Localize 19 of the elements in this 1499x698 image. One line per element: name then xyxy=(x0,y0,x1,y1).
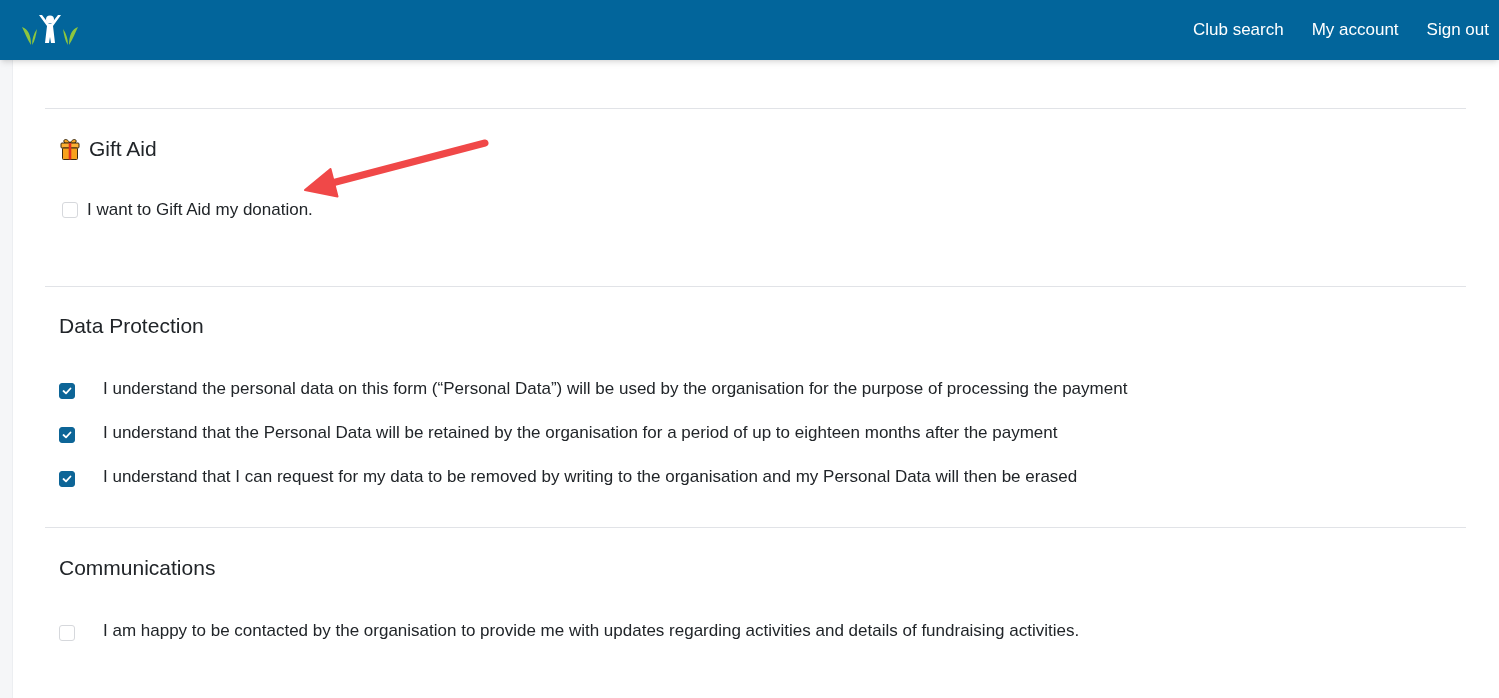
checkbox-label: I want to Gift Aid my donation. xyxy=(87,199,313,221)
nav-link[interactable]: Club search xyxy=(1192,18,1284,42)
checkbox[interactable] xyxy=(59,426,75,443)
nav-link[interactable]: My account xyxy=(1311,18,1399,42)
logo[interactable] xyxy=(22,15,78,45)
checkmark-icon xyxy=(62,474,72,483)
checkbox-label: I am happy to be contacted by the organisation to provide me with updates regarding activities and details of fundraising activities. xyxy=(103,620,1080,642)
checkbox-label: I understand that I can request for my data to be removed by writing to the organisation and my Personal Data will then be erased xyxy=(103,466,1078,488)
checkbox[interactable] xyxy=(59,470,75,487)
section-heading: Communications xyxy=(59,556,216,580)
checkbox-label: I understand the personal data on this form (“Personal Data”) will be used by the organisation for the purpose of processing the payment xyxy=(103,378,1128,400)
checkmark-icon xyxy=(62,430,72,439)
checkbox[interactable] xyxy=(59,382,75,399)
section-heading: Data Protection xyxy=(59,314,204,338)
checkbox-label: I understand that the Personal Data will be retained by the organisation for a period of up to eighteen months after the payment xyxy=(103,422,1058,444)
section-heading: Gift Aid xyxy=(89,137,157,161)
nav-link[interactable]: Sign out xyxy=(1426,18,1489,42)
gift-icon xyxy=(60,138,80,160)
checkmark-icon xyxy=(62,386,72,395)
